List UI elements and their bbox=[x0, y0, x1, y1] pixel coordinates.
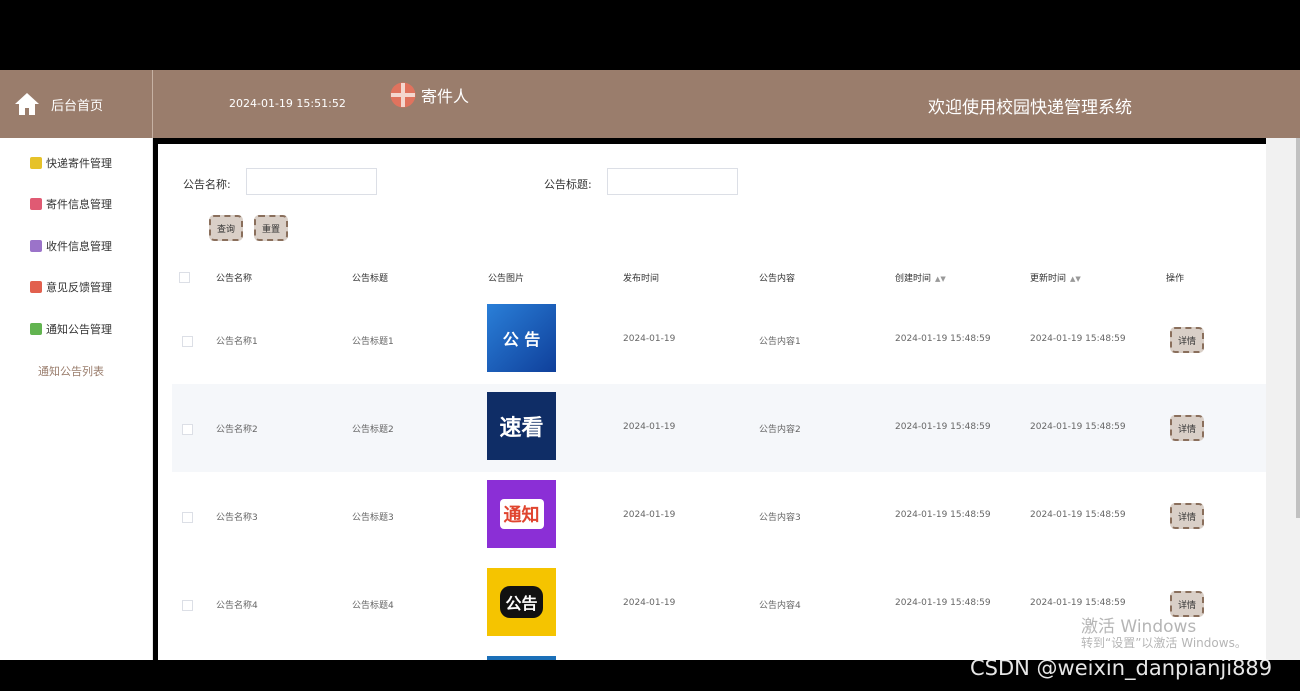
cell-name: 公告名称1 bbox=[216, 337, 258, 347]
sidebar-item-label: 意见反馈管理 bbox=[46, 281, 112, 294]
home-label: 后台首页 bbox=[51, 98, 104, 114]
cell-date: 2024-01-19 bbox=[623, 510, 676, 520]
sort-icon[interactable]: ▲▼ bbox=[1070, 275, 1081, 283]
row-checkbox[interactable] bbox=[182, 600, 193, 611]
table-row: 公告名称1 公告标题1 公 告 2024-01-19 公告内容1 2024-01… bbox=[172, 296, 1266, 384]
top-black-bar bbox=[0, 0, 1300, 70]
select-all-checkbox[interactable] bbox=[179, 272, 190, 283]
cell-date: 2024-01-19 bbox=[623, 422, 676, 432]
column-header-content: 公告内容 bbox=[759, 274, 796, 284]
column-header-updated-label: 更新时间 bbox=[1030, 274, 1067, 284]
column-header-actions: 操作 bbox=[1166, 274, 1185, 284]
cell-content: 公告内容3 bbox=[759, 513, 801, 523]
cell-updated: 2024-01-19 15:48:59 bbox=[1030, 334, 1126, 344]
sidebar-item-express-send[interactable]: 快递寄件管理 bbox=[30, 155, 112, 171]
notice-image-text: 通知 bbox=[499, 499, 544, 529]
sort-icon[interactable]: ▲▼ bbox=[935, 275, 946, 283]
home-link[interactable]: 后台首页 bbox=[0, 70, 153, 138]
grid-icon bbox=[30, 281, 42, 293]
sidebar-item-receive-info[interactable]: 收件信息管理 bbox=[30, 238, 112, 254]
sidebar-item-notice[interactable]: 通知公告管理 bbox=[30, 321, 112, 337]
cell-title: 公告标题1 bbox=[352, 337, 394, 347]
main-content: 公告名称: 公告标题: 查询 重置 公告名称 公告标题 公告图片 发布时间 公告… bbox=[158, 144, 1266, 660]
cell-name: 公告名称3 bbox=[216, 513, 258, 523]
notice-title-label: 公告标题: bbox=[544, 178, 592, 191]
detail-button[interactable]: 详情 bbox=[1170, 415, 1204, 441]
notice-image-text: 公 告 bbox=[502, 330, 541, 349]
detail-button[interactable]: 详情 bbox=[1170, 503, 1204, 529]
scrollbar-track[interactable] bbox=[1266, 138, 1300, 660]
welcome-title: 欢迎使用校园快递管理系统 bbox=[928, 98, 1132, 118]
current-datetime: 2024-01-19 15:51:52 bbox=[229, 97, 346, 110]
notice-title-input[interactable] bbox=[607, 168, 738, 195]
row-checkbox[interactable] bbox=[182, 512, 193, 523]
windows-activation-hint: 转到“设置”以激活 Windows。 bbox=[1081, 636, 1247, 650]
scrollbar-thumb[interactable] bbox=[1296, 138, 1300, 518]
sidebar-subitem-notice-list[interactable]: 通知公告列表 bbox=[38, 363, 104, 379]
cell-date: 2024-01-19 bbox=[623, 598, 676, 608]
cell-created: 2024-01-19 15:48:59 bbox=[895, 422, 991, 432]
row-checkbox[interactable] bbox=[182, 336, 193, 347]
notice-image: 速看 bbox=[487, 392, 556, 460]
sidebar-item-label: 快递寄件管理 bbox=[46, 157, 112, 170]
cell-title: 公告标题4 bbox=[352, 601, 394, 611]
cell-name: 公告名称4 bbox=[216, 601, 258, 611]
reset-button[interactable]: 重置 bbox=[254, 215, 288, 241]
notice-image-text: 速看 bbox=[499, 416, 544, 441]
cell-content: 公告内容2 bbox=[759, 425, 801, 435]
cell-created: 2024-01-19 15:48:59 bbox=[895, 334, 991, 344]
detail-button[interactable]: 详情 bbox=[1170, 327, 1204, 353]
cell-content: 公告内容1 bbox=[759, 337, 801, 347]
column-header-title: 公告标题 bbox=[352, 274, 389, 284]
column-header-image: 公告图片 bbox=[488, 274, 525, 284]
query-button[interactable]: 查询 bbox=[209, 215, 243, 241]
cube-icon bbox=[30, 157, 42, 169]
cell-created: 2024-01-19 15:48:59 bbox=[895, 510, 991, 520]
sidebar-item-feedback[interactable]: 意见反馈管理 bbox=[30, 279, 112, 295]
table-row: 公告名称3 公告标题3 通知 2024-01-19 公告内容3 2024-01-… bbox=[172, 472, 1266, 560]
cell-title: 公告标题3 bbox=[352, 513, 394, 523]
sidebar-item-send-info[interactable]: 寄件信息管理 bbox=[30, 196, 112, 212]
sidebar: 快递寄件管理 寄件信息管理 收件信息管理 意见反馈管理 通知公告管理 通知公告列… bbox=[0, 138, 153, 660]
cell-title: 公告标题2 bbox=[352, 425, 394, 435]
cell-updated: 2024-01-19 15:48:59 bbox=[1030, 510, 1126, 520]
notice-image: 公告 bbox=[487, 568, 556, 636]
cell-name: 公告名称2 bbox=[216, 425, 258, 435]
sidebar-item-label: 通知公告管理 bbox=[46, 323, 112, 336]
column-header-name: 公告名称 bbox=[216, 274, 253, 284]
message-icon bbox=[30, 323, 42, 335]
notice-image-text: 公告 bbox=[500, 586, 543, 618]
home-icon bbox=[15, 93, 39, 115]
csdn-watermark: CSDN @weixin_danpianji889 bbox=[970, 656, 1273, 680]
table-row: 公告名称2 公告标题2 速看 2024-01-19 公告内容2 2024-01-… bbox=[172, 384, 1266, 472]
sidebar-item-label: 收件信息管理 bbox=[46, 240, 112, 253]
column-header-created[interactable]: 创建时间 ▲▼ bbox=[895, 271, 946, 284]
column-header-date: 发布时间 bbox=[623, 274, 660, 284]
cell-date: 2024-01-19 bbox=[623, 334, 676, 344]
column-header-created-label: 创建时间 bbox=[895, 274, 932, 284]
notice-image: 公 告 bbox=[487, 304, 556, 372]
sidebar-item-label: 寄件信息管理 bbox=[46, 198, 112, 211]
row-checkbox[interactable] bbox=[182, 424, 193, 435]
avatar-icon bbox=[390, 82, 416, 108]
column-header-updated[interactable]: 更新时间 ▲▼ bbox=[1030, 271, 1081, 284]
top-header: 后台首页 2024-01-19 15:51:52 寄件人 欢迎使用校园快递管理系… bbox=[0, 70, 1300, 138]
cell-created: 2024-01-19 15:48:59 bbox=[895, 598, 991, 608]
archive-icon bbox=[30, 240, 42, 252]
notice-image: 通知 bbox=[487, 480, 556, 548]
notice-name-label: 公告名称: bbox=[183, 178, 231, 191]
user-menu[interactable]: 寄件人 bbox=[390, 82, 469, 108]
cell-updated: 2024-01-19 15:48:59 bbox=[1030, 422, 1126, 432]
cell-content: 公告内容4 bbox=[759, 601, 801, 611]
cell-updated: 2024-01-19 15:48:59 bbox=[1030, 598, 1126, 608]
document-icon bbox=[30, 198, 42, 210]
user-name: 寄件人 bbox=[421, 87, 470, 106]
notice-name-input[interactable] bbox=[246, 168, 377, 195]
